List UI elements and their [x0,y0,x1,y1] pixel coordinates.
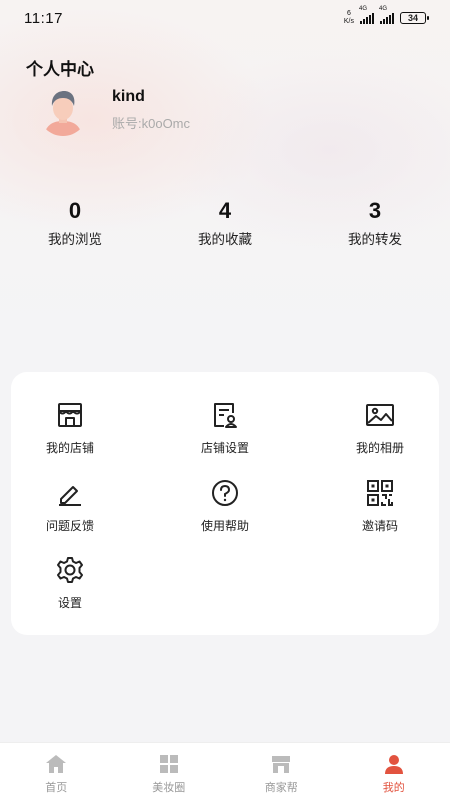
edit-icon [59,486,81,506]
menu-item-album[interactable]: 我的相册 [325,400,435,456]
signal-icon: 4G [379,6,394,24]
stat-value: 3 [368,198,382,223]
signal-label: 4G [359,6,368,12]
header-background [0,0,450,360]
help-icon [212,480,238,506]
signal-label: 4G [379,6,388,12]
page-title: 个人中心 [26,60,94,79]
user-icon [384,755,403,774]
menu-item-store-settings[interactable]: 店铺设置 [170,400,280,456]
stat-value: 4 [218,198,232,223]
tab-label: 我的 [382,782,405,794]
image-icon [366,404,394,426]
network-speed: 6 K/s [344,10,354,26]
tab-beauty-circle[interactable]: 美妆圈 [113,743,226,800]
stat-label: 我的转发 [348,232,402,247]
menu-label: 邀请码 [361,519,398,533]
menu-item-help[interactable]: 使用帮助 [170,478,280,534]
qrcode-icon [367,480,393,506]
home-icon [46,755,67,773]
store-icon [58,403,82,427]
stat-label: 我的收藏 [198,232,252,247]
tab-label: 商家帮 [264,782,298,794]
status-bar: 11:17 6 K/s 4G 4G 34 [0,0,450,36]
shop-icon [272,756,291,773]
menu-label: 我的店铺 [45,441,94,455]
menu-label: 我的相册 [355,441,404,455]
gear-icon [57,557,83,583]
tab-merchant-help[interactable]: 商家帮 [225,743,338,800]
battery-icon: 34 [400,12,429,24]
tab-home[interactable]: 首页 [0,743,113,800]
battery-level: 34 [407,13,418,23]
menu-label: 使用帮助 [200,519,249,533]
store-settings-icon [214,403,237,428]
tab-label: 首页 [45,782,68,794]
account-id: 账号:k0oOmc [112,116,191,131]
network-speed-unit: K/s [343,18,354,25]
menu-item-settings[interactable]: 设置 [15,555,125,611]
status-time: 11:17 [24,9,63,27]
grid-icon [159,755,178,773]
stat-favorites[interactable]: 4 我的收藏 [150,198,300,248]
tab-mine[interactable]: 我的 [338,743,450,800]
menu-item-my-store[interactable]: 我的店铺 [15,400,125,456]
menu-label: 设置 [57,596,82,610]
menu-item-invite-code[interactable]: 邀请码 [325,478,435,534]
avatar[interactable] [38,86,88,136]
stat-label: 我的浏览 [48,232,102,247]
tab-bar: 首页 美妆圈 商家帮 我的 [0,742,450,800]
status-indicators: 6 K/s 4G 4G 34 [344,6,429,26]
stat-value: 0 [68,198,82,223]
tab-label: 美妆圈 [152,782,186,794]
stat-browse[interactable]: 0 我的浏览 [0,198,150,248]
signal-icon: 4G [359,6,374,24]
stats-row: 0 我的浏览 4 我的收藏 3 我的转发 [0,198,450,248]
menu-label: 问题反馈 [45,519,94,533]
menu-label: 店铺设置 [200,441,249,455]
menu-card: 我的店铺 店铺设置 我的相册 问题反馈 使用帮助 邀请码 设置 [11,372,439,635]
stat-shares[interactable]: 3 我的转发 [300,198,450,248]
menu-item-feedback[interactable]: 问题反馈 [15,478,125,534]
username: kind [112,88,145,105]
network-speed-value: 6 [346,10,351,17]
